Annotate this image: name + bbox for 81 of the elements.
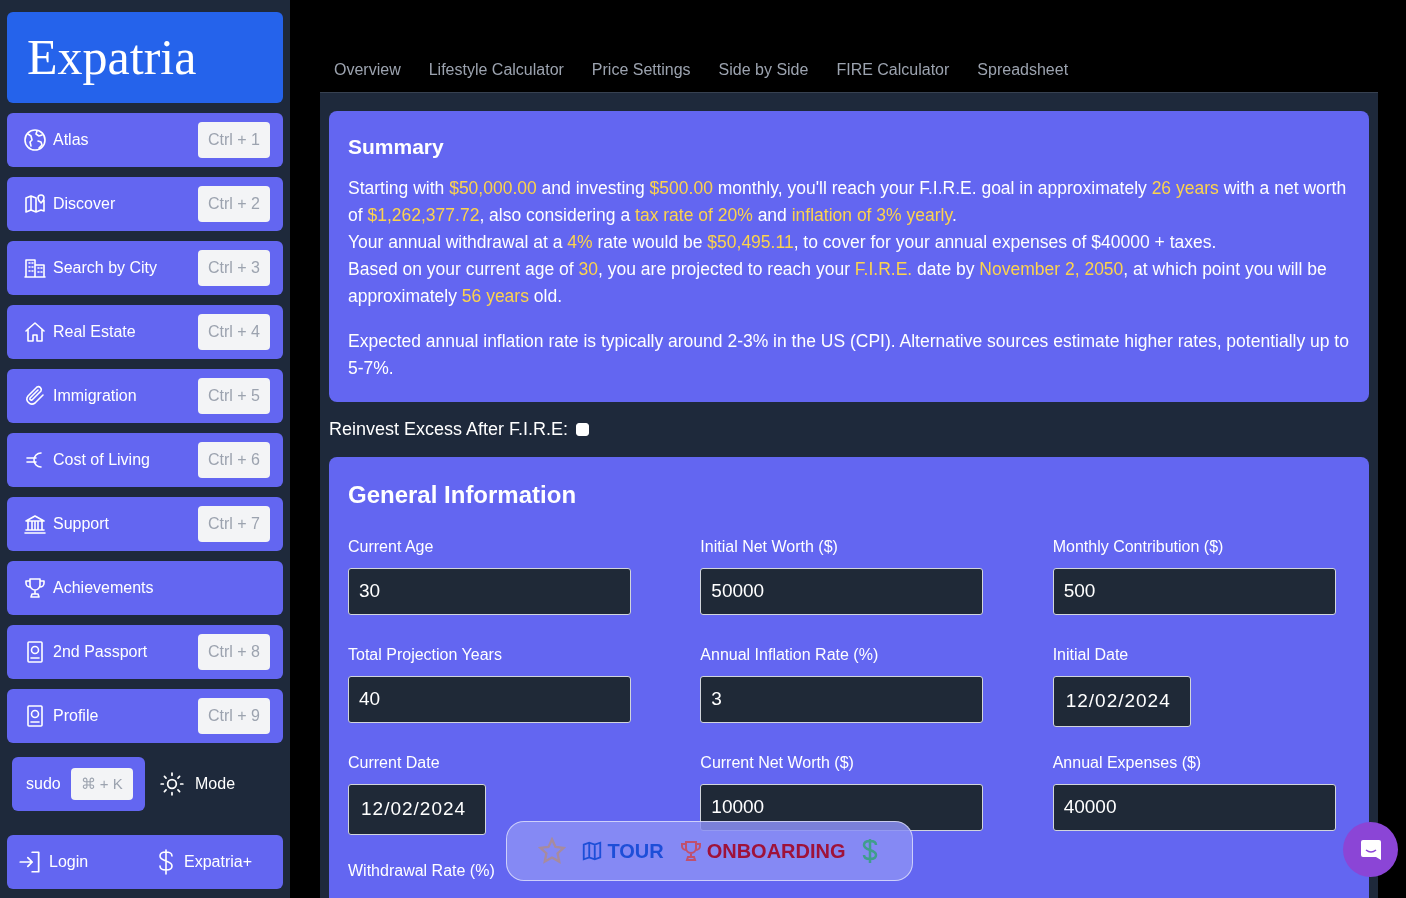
date-field[interactable]: 12/02/2024 <box>1052 675 1191 727</box>
reinvest-checkbox[interactable] <box>576 422 590 436</box>
paperclip-icon <box>23 384 47 408</box>
input-field[interactable]: 40000 <box>1052 783 1336 831</box>
sidebar-item[interactable]: Immigration Ctrl + 5 <box>7 369 283 423</box>
nav-tab[interactable]: Side by Side <box>718 58 809 82</box>
inflation-note: Expected annual inflation rate is typically around 2-3% in the US (CPI). Alternative sources estimate higher rates, potentially up to 5-7%. <box>348 329 1350 380</box>
trophy-icon <box>678 839 703 863</box>
mode-button[interactable]: Mode <box>159 771 236 797</box>
input-field[interactable]: 40 <box>348 675 631 723</box>
shortcut-key: Ctrl + 9 <box>198 698 270 734</box>
login-icon <box>17 849 43 875</box>
field-label: Initial Net Worth ($) <box>700 536 839 557</box>
general-title: General Information <box>348 479 578 510</box>
sidebar-item[interactable]: Real Estate Ctrl + 4 <box>7 305 283 359</box>
bank-icon <box>23 512 47 536</box>
map-icon <box>23 192 47 216</box>
shortcut-key: Ctrl + 8 <box>198 634 270 670</box>
shortcut-key: Ctrl + 7 <box>198 506 270 542</box>
nav-tab[interactable]: FIRE Calculator <box>836 58 950 82</box>
sidebar-label: Atlas <box>53 130 90 150</box>
star-icon[interactable] <box>538 837 567 865</box>
shortcut-key: Ctrl + 4 <box>198 314 270 350</box>
field-label: Initial Date <box>1052 644 1130 665</box>
sidebar-label: Real Estate <box>53 322 137 342</box>
sidebar-label: Achievements <box>53 578 155 598</box>
sidebar-label: Search by City <box>53 258 159 278</box>
field-label: Total Projection Years <box>348 644 503 665</box>
upgrade-button[interactable]: Expatria+ <box>144 835 283 889</box>
shortcut-key: Ctrl + 5 <box>198 378 270 414</box>
logo-text: Expatria <box>27 28 197 87</box>
field-label: Annual Expenses ($) <box>1052 752 1203 773</box>
sidebar-item[interactable]: Atlas Ctrl + 1 <box>7 113 283 167</box>
sidebar-item[interactable]: Cost of Living Ctrl + 6 <box>7 433 283 487</box>
trophy-icon <box>23 576 47 600</box>
field-label: Withdrawal Rate (%) <box>348 860 496 881</box>
shortcut-key: Ctrl + 2 <box>198 186 270 222</box>
sidebar-item[interactable]: Achievements <box>7 561 283 615</box>
sidebar-item[interactable]: Support Ctrl + 7 <box>7 497 283 551</box>
summary-text: Starting with $50,000.00 and investing $500.00 monthly, you'll reach your F.I.R.E. goal in approximately 26 years with a net worth of $1,262,377.72, also considering a tax rate of 20% and inflation of 3% yearly. Your annual withdrawal at a 4% rate would be $50,495.11, to cover for your annual expenses of $40000 + taxes. Based on your current age of 30, you are projected to reach your F.I.R.E. date by November 2, 2050, at which point you will be approximately 56 years old. <box>348 176 1348 308</box>
reinvest-label: Reinvest Excess After F.I.R.E: <box>329 417 569 441</box>
sidebar-label: Cost of Living <box>53 450 151 470</box>
field-label: Annual Inflation Rate (%) <box>700 644 880 665</box>
sudo-label: sudo <box>26 774 61 794</box>
dollar-icon <box>156 848 176 876</box>
map-icon <box>581 840 604 862</box>
summary-title: Summary <box>348 134 445 160</box>
nav-tab[interactable]: Spreadsheet <box>977 58 1069 82</box>
sidebar-label: Immigration <box>53 386 138 406</box>
nav-tab[interactable]: Lifestyle Calculator <box>428 58 564 82</box>
input-field[interactable]: 3 <box>700 675 984 723</box>
sun-icon <box>159 771 185 797</box>
field-label: Current Age <box>348 536 435 557</box>
chat-icon <box>1358 837 1383 862</box>
shortcut-key: Ctrl + 3 <box>198 250 270 286</box>
login-button[interactable]: Login <box>7 835 144 889</box>
logo-banner[interactable]: Expatria <box>7 12 283 103</box>
field-label: Current Net Worth ($) <box>700 752 855 773</box>
sidebar-item[interactable]: Profile Ctrl + 9 <box>7 689 283 743</box>
sudo-button[interactable]: sudo ⌘ + K <box>12 757 145 811</box>
sidebar-label: 2nd Passport <box>53 642 149 662</box>
sidebar-label: Profile <box>53 706 100 726</box>
nav-tab[interactable]: Price Settings <box>591 58 691 82</box>
globe-icon <box>23 128 47 152</box>
building-icon <box>23 256 47 280</box>
shortcut-key: Ctrl + 1 <box>198 122 270 158</box>
input-field[interactable]: 30 <box>348 567 631 615</box>
house-icon <box>23 320 47 344</box>
input-field[interactable]: 500 <box>1052 567 1336 615</box>
sidebar-label: Support <box>53 514 111 534</box>
shortcut-key: ⌘ + K <box>70 767 133 801</box>
field-label: Current Date <box>348 752 441 773</box>
field-label: Monthly Contribution ($) <box>1052 536 1225 557</box>
sidebar-label: Discover <box>53 194 117 214</box>
sidebar-item[interactable]: Search by City Ctrl + 3 <box>7 241 283 295</box>
date-field[interactable]: 12/02/2024 <box>348 783 486 835</box>
input-field[interactable]: 50000 <box>700 567 984 615</box>
sidebar-item[interactable]: 2nd Passport Ctrl + 8 <box>7 625 283 679</box>
nav-tab[interactable]: Overview <box>334 58 401 82</box>
sidebar-item[interactable]: Discover Ctrl + 2 <box>7 177 283 231</box>
shortcut-key: Ctrl + 6 <box>198 442 270 478</box>
